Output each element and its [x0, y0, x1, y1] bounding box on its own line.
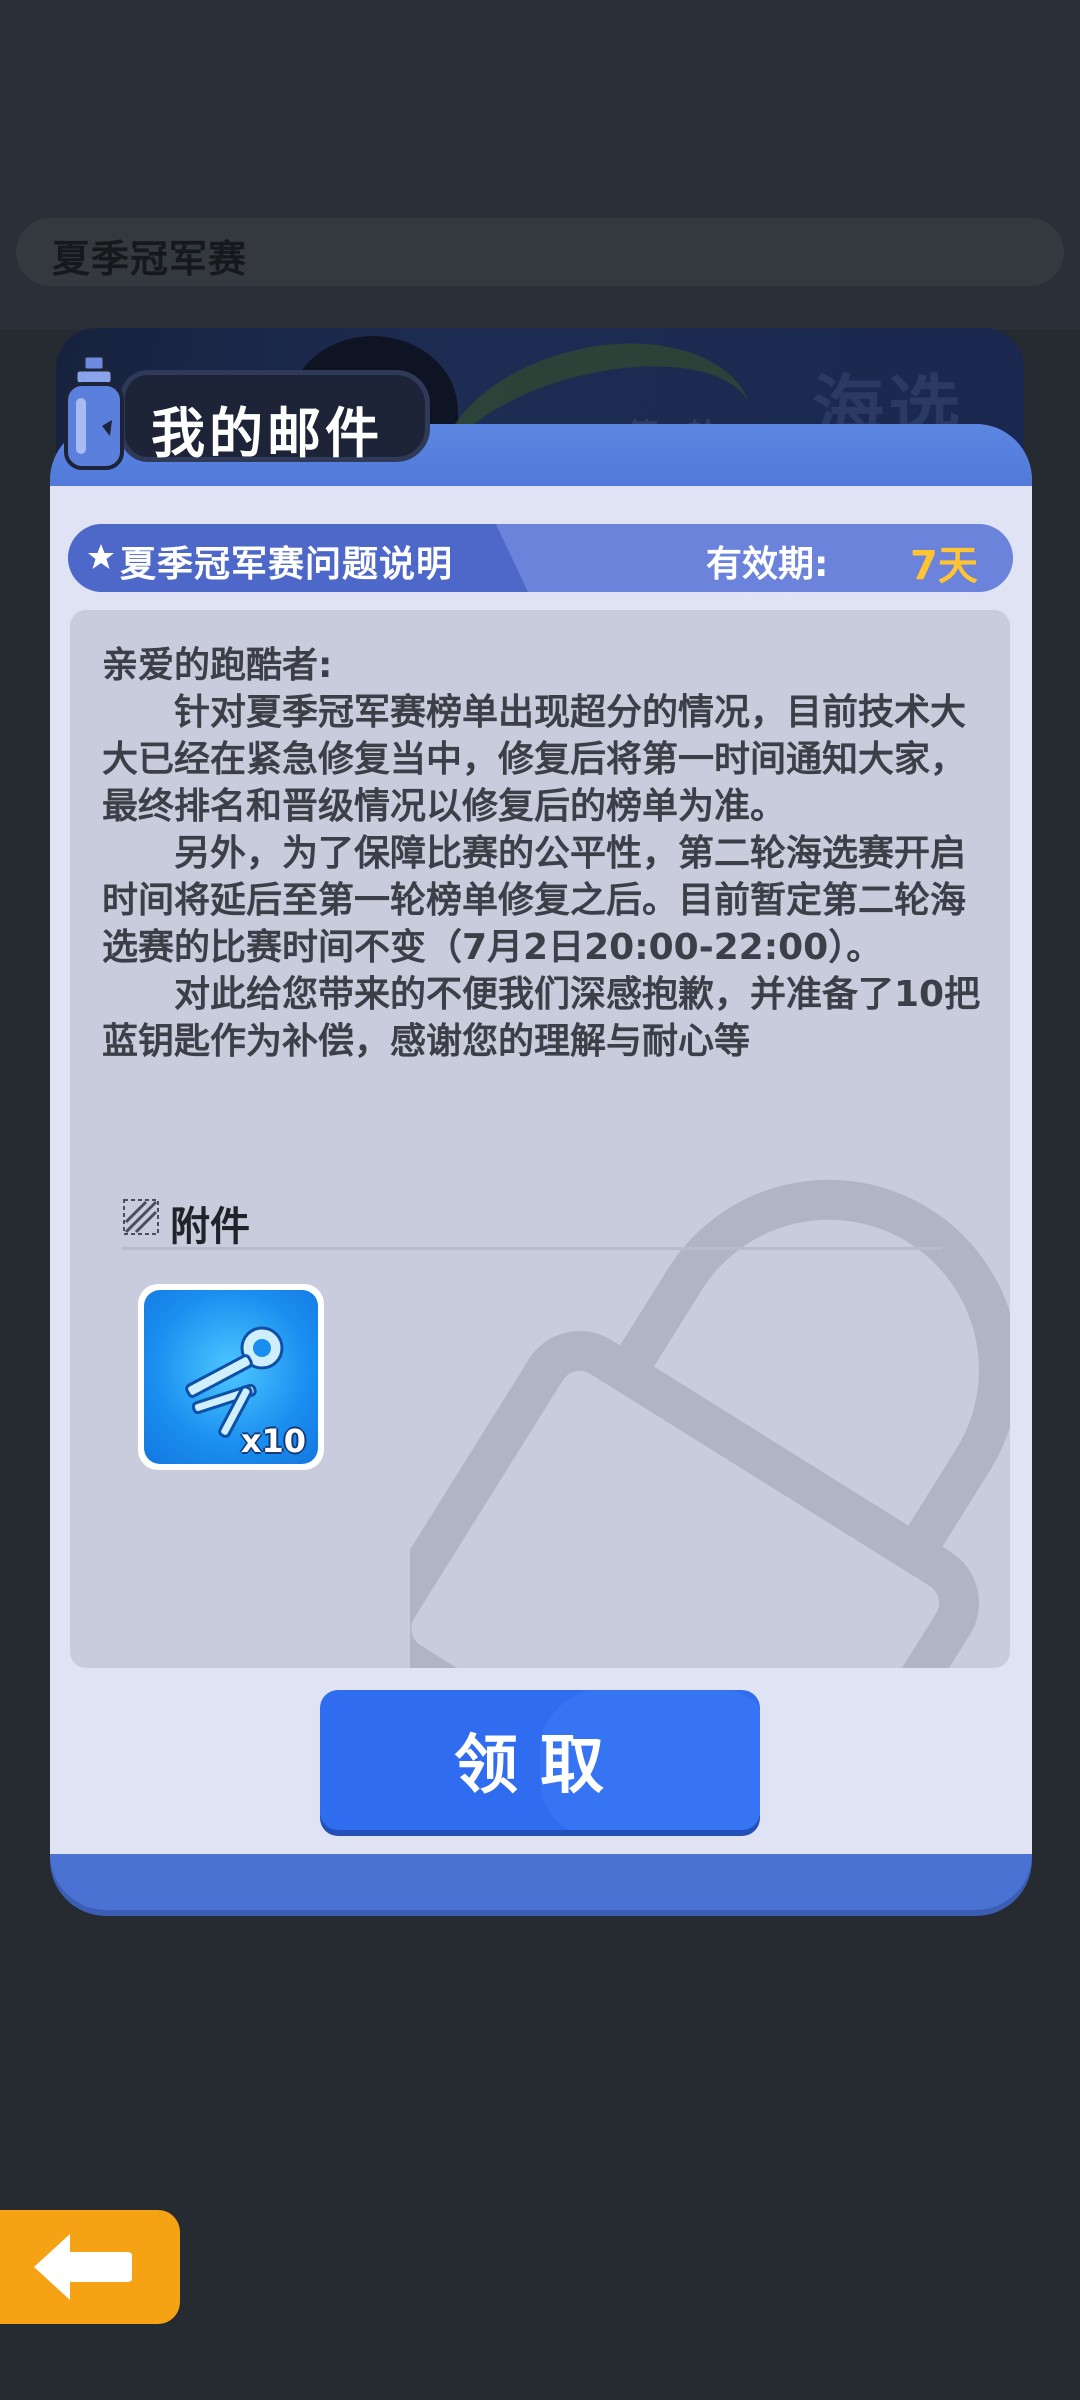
mail-title-tab: 我的邮件	[120, 370, 430, 465]
mail-message[interactable]: 亲爱的跑酷者: 针对夏季冠军赛榜单出现超分的情况，目前技术大大已经在紧急修复当中…	[102, 642, 982, 1152]
mail-title: 我的邮件	[151, 402, 383, 465]
claim-button[interactable]: 领取	[320, 1690, 760, 1830]
back-button[interactable]	[0, 2210, 180, 2324]
mail-paragraph: 针对夏季冠军赛榜单出现超分的情况，目前技术大大已经在紧急修复当中，修复后将第一时…	[102, 692, 967, 827]
event-title: 夏季冠军赛	[52, 237, 248, 281]
mail-subject: 夏季冠军赛问题说明	[120, 544, 454, 585]
item-count: x10	[240, 1422, 306, 1460]
mail-content-panel: 亲爱的跑酷者: 针对夏季冠军赛榜单出现超分的情况，目前技术大大已经在紧急修复当中…	[70, 610, 1010, 1668]
expiry-value: 7天	[910, 543, 978, 589]
attachment-icon	[123, 1199, 159, 1235]
attachment-item[interactable]: x10	[138, 1284, 324, 1470]
star-icon	[88, 544, 114, 569]
mail-header: 夏季冠军赛问题说明 有效期: 7天	[68, 524, 1013, 592]
item-background: x10	[144, 1290, 318, 1464]
mail-paragraph: 对此给您带来的不便我们深感抱歉，并准备了10把蓝钥匙作为补偿，感谢您的理解与耐心…	[102, 974, 981, 1062]
mail-paragraph: 另外，为了保障比赛的公平性，第二轮海选赛开启时间将延后至第一轮榜单修复之后。目前…	[102, 833, 967, 968]
mail-greeting: 亲爱的跑酷者:	[102, 645, 333, 686]
event-title-bar: 夏季冠军赛	[16, 218, 1064, 286]
back-arrow-icon	[34, 2234, 132, 2300]
expiry-label: 有效期:	[706, 544, 829, 585]
spray-can-icon	[64, 356, 124, 470]
attachment-label: 附件	[170, 1204, 250, 1250]
claim-button-label: 领取	[454, 1729, 626, 1801]
attachment-header: 附件	[122, 1190, 942, 1250]
